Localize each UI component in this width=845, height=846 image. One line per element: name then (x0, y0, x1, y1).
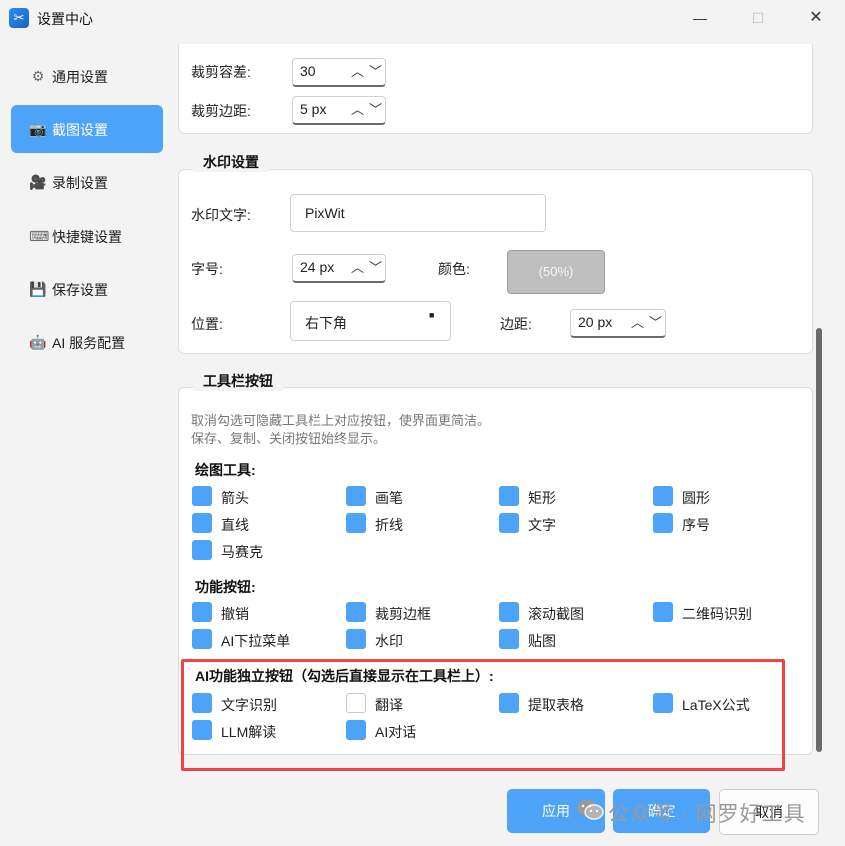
checkbox-box[interactable] (192, 513, 212, 533)
toolbar-group-title: 工具栏按钮 (193, 371, 283, 391)
title-bar: ✂ 设置中心 — ☐ ✕ (0, 0, 845, 36)
color-label: 颜色: (438, 261, 470, 277)
watermark-text-input[interactable]: PixWit (290, 194, 546, 232)
minimize-button[interactable]: — (685, 6, 715, 30)
checkbox-label: 直线 (221, 517, 249, 533)
watermark-margin-spinbox[interactable]: 20 px ︿ ﹀ (570, 309, 666, 338)
watermark-text-label: 水印文字: (191, 207, 251, 223)
dropdown-indicator-icon: ■ (429, 310, 435, 320)
checkbox-box[interactable] (499, 513, 519, 533)
position-select[interactable]: 右下角 ■ (290, 301, 451, 341)
drawing-tools-title: 绘图工具: (195, 462, 256, 478)
checkbox-label: 撤销 (221, 606, 249, 622)
checkbox-box[interactable] (653, 602, 673, 622)
hint-text-line1: 取消勾选可隐藏工具栏上对应按钮，使界面更简洁。 (191, 413, 491, 428)
window-title: 设置中心 (37, 11, 93, 27)
hint-text-line2: 保存、复制、关闭按钮始终显示。 (191, 431, 387, 446)
overlay-watermark-text: 公众号 · 网罗好工具 (608, 803, 806, 826)
checkbox-box[interactable] (499, 629, 519, 649)
checkbox-label: AI下拉菜单 (221, 633, 291, 649)
sidebar-item-shortcuts[interactable]: ⌨ 快捷键设置 (11, 212, 163, 260)
font-size-spinbox[interactable]: 24 px ︿ ﹀ (292, 254, 386, 283)
watermark-group-title: 水印设置 (193, 152, 269, 172)
app-scissors-icon: ✂ (9, 8, 29, 28)
crop-tolerance-value: 30 (300, 63, 316, 79)
crop-tolerance-spinbox[interactable]: 30 ︿ ﹀ (292, 58, 386, 87)
checkbox-label: 矩形 (528, 490, 556, 506)
checkbox-label: 水印 (375, 633, 403, 649)
checkbox-label: 文字 (528, 517, 556, 533)
checkbox-label: 马赛克 (221, 544, 263, 560)
sidebar-item-label: 录制设置 (52, 175, 108, 191)
checkbox-label: 折线 (375, 517, 403, 533)
sidebar-item-general[interactable]: ⚙ 通用设置 (11, 52, 163, 100)
checkbox-label: 裁剪边框 (375, 606, 431, 622)
checkbox-box[interactable] (192, 540, 212, 560)
watermark-text-value: PixWit (305, 205, 345, 221)
scrollbar-thumb[interactable] (816, 328, 822, 752)
chevron-up-icon[interactable]: ︿ (351, 99, 364, 118)
checkbox-label: 圆形 (682, 490, 710, 506)
keyboard-icon: ⌨ (29, 228, 50, 244)
sidebar-item-label: 截图设置 (52, 122, 108, 138)
checkbox-label: 贴图 (528, 633, 556, 649)
checkbox-label: 画笔 (375, 490, 403, 506)
chevron-down-icon[interactable]: ﹀ (369, 257, 382, 276)
font-size-label: 字号: (191, 261, 223, 277)
font-size-value: 24 px (300, 259, 335, 275)
checkbox-label: 二维码识别 (682, 606, 752, 622)
crop-tolerance-label: 裁剪容差: (191, 64, 251, 80)
maximize-button[interactable]: ☐ (743, 6, 773, 30)
watermark-settings-card: 水印文字: PixWit 字号: 24 px ︿ ﹀ 颜色: (50%) 位置:… (178, 169, 813, 354)
checkbox-box[interactable] (192, 486, 212, 506)
checkbox-label: 箭头 (221, 490, 249, 506)
sidebar-item-label: 通用设置 (52, 69, 108, 85)
chevron-down-icon[interactable]: ﹀ (649, 312, 662, 331)
position-label: 位置: (191, 316, 223, 332)
highlight-frame (181, 659, 785, 771)
video-camera-icon: 🎥 (29, 174, 47, 190)
robot-icon: 🤖 (29, 334, 47, 350)
wechat-icon (577, 800, 604, 820)
sidebar-item-label: 快捷键设置 (52, 229, 122, 245)
sidebar-item-recording[interactable]: 🎥 录制设置 (11, 158, 163, 206)
function-buttons-title: 功能按钮: (195, 579, 256, 595)
checkbox-box[interactable] (346, 486, 366, 506)
chevron-up-icon[interactable]: ︿ (351, 257, 364, 276)
checkbox-box[interactable] (192, 629, 212, 649)
gear-icon: ⚙ (31, 68, 45, 84)
checkbox-label: 序号 (682, 517, 710, 533)
watermark-margin-value: 20 px (578, 314, 613, 330)
color-picker-button[interactable]: (50%) (507, 250, 605, 294)
sidebar-item-label: AI 服务配置 (52, 335, 126, 351)
checkbox-box[interactable] (499, 486, 519, 506)
crop-margin-spinbox[interactable]: 5 px ︿ ﹀ (292, 96, 386, 125)
crop-settings-card: 裁剪容差: 30 ︿ ﹀ 裁剪边距: 5 px ︿ ﹀ (178, 44, 813, 134)
sidebar-item-label: 保存设置 (52, 282, 108, 298)
crop-margin-value: 5 px (300, 101, 327, 117)
checkbox-box[interactable] (346, 602, 366, 622)
position-value: 右下角 (305, 315, 347, 331)
checkbox-box[interactable] (346, 513, 366, 533)
checkbox-box[interactable] (653, 513, 673, 533)
floppy-disk-icon: 💾 (29, 281, 47, 297)
sidebar: ⚙ 通用设置 📷 截图设置 🎥 录制设置 ⌨ 快捷键设置 💾 保存设置 🤖 AI… (0, 44, 170, 444)
checkbox-box[interactable] (653, 486, 673, 506)
sidebar-item-save[interactable]: 💾 保存设置 (11, 265, 163, 313)
chevron-up-icon[interactable]: ︿ (351, 61, 364, 80)
sidebar-item-ai-service[interactable]: 🤖 AI 服务配置 (11, 318, 163, 366)
checkbox-box[interactable] (499, 602, 519, 622)
chevron-down-icon[interactable]: ﹀ (369, 99, 382, 118)
close-button[interactable]: ✕ (801, 6, 831, 30)
checkbox-box[interactable] (346, 629, 366, 649)
sidebar-item-screenshot[interactable]: 📷 截图设置 (11, 105, 163, 153)
chevron-up-icon[interactable]: ︿ (631, 312, 644, 331)
camera-icon: 📷 (29, 121, 47, 137)
margin-label: 边距: (500, 316, 532, 332)
checkbox-box[interactable] (192, 602, 212, 622)
crop-margin-label: 裁剪边距: (191, 103, 251, 119)
chevron-down-icon[interactable]: ﹀ (369, 61, 382, 80)
checkbox-label: 滚动截图 (528, 606, 584, 622)
